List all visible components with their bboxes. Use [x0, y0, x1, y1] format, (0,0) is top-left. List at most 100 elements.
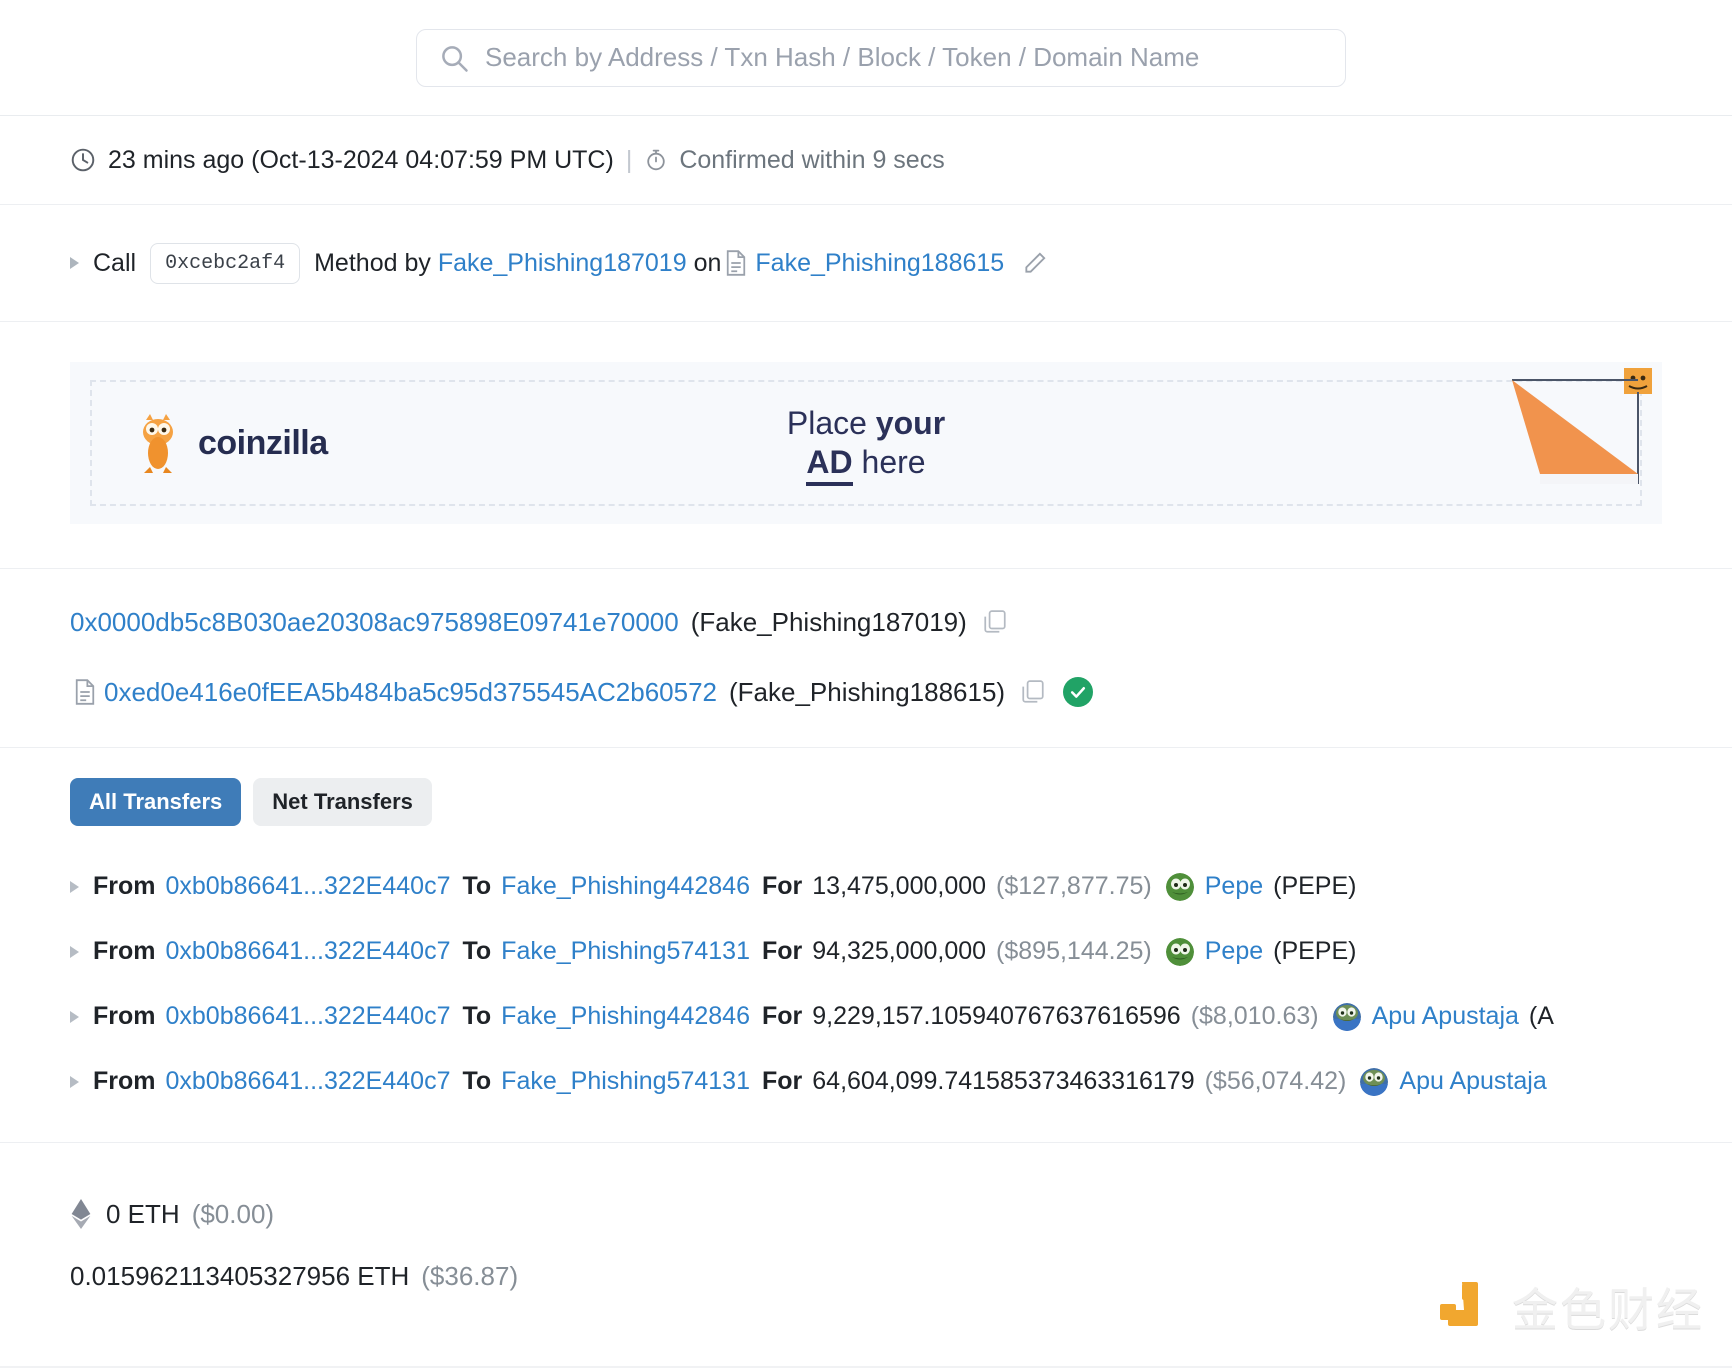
method-by-label: Method by — [314, 248, 431, 277]
transfer-from-link[interactable]: 0xb0b86641...322E440c7 — [166, 1067, 451, 1096]
transfer-token-symbol: (PEPE) — [1273, 937, 1357, 965]
transfer-to-link[interactable]: Fake_Phishing442846 — [501, 872, 750, 901]
transfer-token-name[interactable]: Pepe — [1205, 937, 1263, 966]
transfer-row: From 0xb0b86641...322E440c7 To Fake_Phis… — [70, 919, 1732, 984]
transfer-usd-value: ($8,010.63) — [1190, 1002, 1319, 1030]
transfer-token-name[interactable]: Apu Apustaja — [1372, 1002, 1519, 1031]
on-label: on — [693, 248, 722, 277]
address-section: 0x0000db5c8B030ae20308ac975898E09741e700… — [0, 569, 1732, 747]
transfer-from-link[interactable]: 0xb0b86641...322E440c7 — [166, 872, 451, 901]
to-address-label: (Fake_Phishing188615) — [729, 676, 1006, 707]
expand-caret-icon[interactable] — [70, 1010, 79, 1023]
for-label: For — [761, 1002, 803, 1030]
apu-token-icon — [1360, 1067, 1389, 1096]
tab-all-transfers[interactable]: All Transfers — [70, 778, 242, 826]
transfer-from-link[interactable]: 0xb0b86641...322E440c7 — [166, 1002, 451, 1031]
transfer-to-link[interactable]: Fake_Phishing574131 — [501, 937, 750, 966]
to-address-link[interactable]: 0xed0e416e0fEEA5b484ba5c95d375545AC2b605… — [104, 677, 717, 708]
ad-placeholder-text: Place your AD here — [70, 404, 1662, 486]
page-header — [0, 0, 1732, 116]
transfer-row: From 0xb0b86641...322E440c7 To Fake_Phis… — [70, 854, 1732, 919]
to-address-row: 0xed0e416e0fEEA5b484ba5c95d375545AC2b605… — [0, 657, 1732, 727]
coinzilla-ad-banner[interactable]: coinzilla Place your AD here — [70, 362, 1662, 524]
ad-line2-plain: here — [852, 444, 926, 480]
method-call-row: Call 0xcebc2af4 Method by Fake_Phishing1… — [0, 205, 1732, 321]
search-bar[interactable] — [416, 28, 1346, 87]
transfer-to-link[interactable]: Fake_Phishing574131 — [501, 1067, 750, 1096]
tab-net-transfers[interactable]: Net Transfers — [253, 778, 432, 826]
method-caller-link[interactable]: Fake_Phishing187019 — [438, 249, 687, 278]
from-label: From — [93, 937, 156, 965]
transfer-row: From 0xb0b86641...322E440c7 To Fake_Phis… — [70, 1049, 1732, 1114]
value-usd: ($0.00) — [191, 1198, 275, 1229]
expand-caret-icon[interactable] — [70, 880, 79, 893]
from-address-row: 0x0000db5c8B030ae20308ac975898E09741e700… — [0, 587, 1732, 657]
transfer-amount: 64,604,099.741585373463316179 — [812, 1067, 1195, 1095]
value-amount: 0 ETH — [106, 1198, 180, 1229]
clock-icon — [70, 147, 96, 173]
to-label: To — [462, 1002, 492, 1030]
ad-line1-plain: Place — [786, 404, 876, 441]
transfer-usd-value: ($895,144.25) — [996, 937, 1152, 965]
call-label: Call — [93, 248, 137, 277]
pencil-icon[interactable] — [1022, 250, 1048, 276]
advertisement-area: coinzilla Place your AD here — [0, 322, 1732, 568]
transfer-to-link[interactable]: Fake_Phishing442846 — [501, 1002, 750, 1031]
orange-flag-icon — [1504, 366, 1654, 496]
fee-usd: ($36.87) — [421, 1260, 519, 1291]
from-label: From — [93, 872, 156, 900]
confirmation-text: Confirmed within 9 secs — [679, 145, 945, 174]
from-address-link[interactable]: 0x0000db5c8B030ae20308ac975898E09741e700… — [70, 607, 679, 638]
transfer-token-symbol: (A — [1528, 1002, 1554, 1030]
from-label: From — [93, 1002, 156, 1030]
transfer-token-symbol: (PEPE) — [1273, 872, 1357, 900]
transfer-token-name[interactable]: Apu Apustaja — [1399, 1067, 1546, 1096]
pepe-token-icon — [1165, 937, 1194, 966]
jinse-watermark: 金色财经 — [1436, 1274, 1704, 1340]
from-address-label: (Fake_Phishing187019) — [690, 606, 967, 637]
apu-token-icon — [1332, 1002, 1361, 1031]
ad-line1-bold: your — [875, 404, 946, 441]
transfer-tabs: All Transfers Net Transfers — [70, 778, 1732, 826]
for-label: For — [761, 872, 803, 900]
transfer-amount: 13,475,000,000 — [812, 872, 987, 900]
transaction-timestamp-row: 23 mins ago (Oct-13-2024 04:07:59 PM UTC… — [0, 116, 1732, 204]
expand-caret-icon[interactable] — [70, 257, 79, 269]
from-label: From — [93, 1067, 156, 1095]
search-input[interactable] — [485, 42, 1323, 73]
ad-line2-bold: AD — [806, 444, 853, 486]
to-label: To — [462, 1067, 492, 1095]
search-icon — [439, 43, 469, 73]
copy-icon[interactable] — [1021, 679, 1045, 705]
transfer-amount: 9,229,157.105940767637616596 — [812, 1002, 1181, 1030]
method-contract-link[interactable]: Fake_Phishing188615 — [755, 249, 1004, 278]
expand-caret-icon[interactable] — [70, 1075, 79, 1088]
contract-file-icon — [725, 250, 747, 276]
timestamp-separator: | — [625, 145, 633, 174]
expand-caret-icon[interactable] — [70, 945, 79, 958]
copy-icon[interactable] — [983, 609, 1007, 635]
transfer-amount: 94,325,000,000 — [812, 937, 987, 965]
stopwatch-icon — [644, 148, 668, 172]
to-label: To — [462, 937, 492, 965]
contract-file-icon — [74, 679, 96, 705]
transfer-usd-value: ($56,074.42) — [1204, 1067, 1347, 1095]
transfer-token-name[interactable]: Pepe — [1205, 872, 1263, 901]
jinse-logo-icon — [1436, 1276, 1498, 1338]
method-id-chip[interactable]: 0xcebc2af4 — [150, 242, 301, 284]
fee-amount: 0.015962113405327956 ETH — [70, 1260, 410, 1291]
timestamp-relative: 23 mins ago — [108, 145, 245, 174]
transfer-usd-value: ($127,877.75) — [996, 872, 1152, 900]
etherscan-transaction-page: 23 mins ago (Oct-13-2024 04:07:59 PM UTC… — [0, 0, 1732, 1368]
token-transfers-section: All Transfers Net Transfers From 0xb0b86… — [0, 748, 1732, 1114]
for-label: For — [761, 937, 803, 965]
ethereum-diamond-icon — [70, 1199, 92, 1229]
check-circle-icon — [1063, 677, 1094, 707]
transfer-row: From 0xb0b86641...322E440c7 To Fake_Phis… — [70, 984, 1732, 1049]
value-row: 0 ETH ($0.00) — [70, 1183, 1732, 1245]
pepe-token-icon — [1165, 872, 1194, 901]
timestamp-absolute: (Oct-13-2024 04:07:59 PM UTC) — [251, 145, 614, 174]
for-label: For — [761, 1067, 803, 1095]
jinse-watermark-text: 金色财经 — [1512, 1283, 1704, 1337]
transfer-from-link[interactable]: 0xb0b86641...322E440c7 — [166, 937, 451, 966]
